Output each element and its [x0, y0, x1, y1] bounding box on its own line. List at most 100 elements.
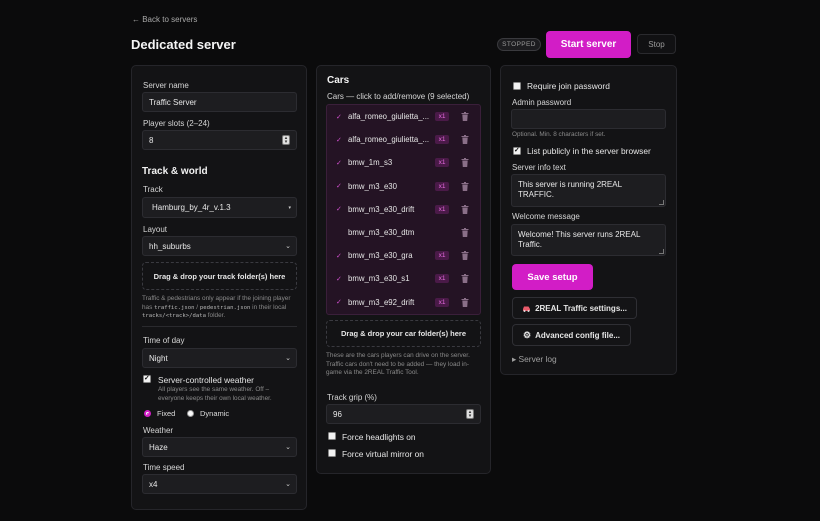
- cars-heading: Cars: [327, 75, 350, 86]
- check-icon: ✓: [336, 113, 342, 121]
- check-icon: ✓: [336, 206, 342, 214]
- server-weather-hint: All players see the same weather. Off – …: [158, 386, 272, 402]
- trash-icon[interactable]: [461, 181, 469, 191]
- trash-icon[interactable]: [461, 112, 469, 121]
- car-name: bmw_1m_s3: [348, 158, 393, 168]
- car-count-badge: x1: [435, 251, 449, 261]
- server-name-input[interactable]: Traffic Server: [142, 92, 297, 112]
- trash-icon[interactable]: [461, 274, 469, 284]
- weather-fixed-radio[interactable]: [144, 410, 151, 417]
- force-mirror-checkbox[interactable]: [328, 449, 336, 457]
- require-password-checkbox[interactable]: [513, 82, 521, 90]
- time-of-day-select[interactable]: Night ⌄: [142, 348, 297, 368]
- trash-icon[interactable]: [461, 228, 469, 237]
- car-count-badge: x1: [435, 112, 449, 121]
- stop-server-button[interactable]: Stop: [637, 34, 676, 54]
- server-weather-checkbox[interactable]: [143, 374, 151, 383]
- back-link[interactable]: ← Back to servers: [132, 15, 197, 24]
- check-icon: ✓: [336, 183, 342, 191]
- gear-icon: ⚙: [523, 329, 532, 340]
- car-row[interactable]: ✓ bmw_m3_e30_gra x1: [327, 244, 480, 267]
- trash-icon[interactable]: [461, 251, 469, 261]
- weather-dynamic-radio[interactable]: [187, 410, 194, 417]
- trash-icon[interactable]: [461, 204, 469, 214]
- car-row[interactable]: bmw_m3_e30_dtm: [327, 221, 480, 244]
- resize-grip-icon[interactable]: [659, 249, 664, 254]
- advanced-config-button[interactable]: ⚙ Advanced config file...: [512, 324, 631, 346]
- car-name: bmw_m3_e30: [348, 181, 397, 191]
- car-row[interactable]: ✓ bmw_m3_e30_s1 x1: [327, 267, 480, 290]
- force-headlights-checkbox[interactable]: [328, 432, 336, 440]
- track-value: Hamburg_by_4r_v.1.3: [152, 203, 231, 212]
- car-row[interactable]: ✓ alfa_romeo_giulietta_... x1: [327, 128, 480, 151]
- chevron-down-icon: ▾: [288, 204, 291, 211]
- welcome-textarea[interactable]: Welcome! This server runs 2REAL Traffic.: [511, 224, 666, 256]
- track-hint: Traffic & pedestrians only appear if the…: [142, 295, 291, 320]
- car-row[interactable]: ✓ bmw_m3_e92_drift x1: [327, 291, 480, 314]
- car-count-badge: x1: [435, 135, 449, 145]
- track-label: Track: [143, 185, 163, 194]
- weather-value: Haze: [149, 442, 168, 452]
- car-name: bmw_m3_e92_drift: [348, 297, 415, 307]
- status-badge: STOPPED: [497, 38, 541, 51]
- check-icon: ✓: [336, 299, 342, 307]
- trash-icon[interactable]: [461, 135, 469, 145]
- track-world-heading: Track & world: [142, 166, 208, 177]
- resize-grip-icon[interactable]: [659, 200, 664, 205]
- car-row[interactable]: ✓ bmw_m3_e30 x1: [327, 175, 480, 198]
- save-setup-button[interactable]: Save setup: [512, 264, 593, 290]
- chevron-down-icon: ⌄: [285, 355, 291, 362]
- car-count-badge: x1: [435, 158, 449, 168]
- car-count-badge: x1: [435, 204, 449, 214]
- car-row[interactable]: ✓ alfa_romeo_giulietta_... x1: [327, 105, 480, 128]
- track-grip-input[interactable]: 96 ▴ ▾: [326, 404, 481, 424]
- trash-icon[interactable]: [461, 297, 469, 307]
- list-public-label: List publicly in the server browser: [527, 146, 651, 156]
- force-mirror-label: Force virtual mirror on: [342, 449, 424, 459]
- admin-password-hint: Optional. Min. 8 characters if set.: [512, 131, 606, 138]
- car-name: bmw_m3_e30_drift: [348, 204, 415, 214]
- layout-select[interactable]: hh_suburbs ⌄: [142, 236, 297, 256]
- check-icon: ✓: [336, 252, 342, 260]
- traffic-settings-button[interactable]: 2REAL Traffic settings...: [512, 297, 637, 319]
- start-server-button[interactable]: Start server: [546, 31, 631, 58]
- track-dropzone[interactable]: Drag & drop your track folder(s) here: [142, 262, 297, 290]
- weather-select[interactable]: Haze ⌄: [142, 437, 297, 457]
- server-log-toggle[interactable]: ▸ Server log: [512, 354, 557, 364]
- track-grip-value: 96: [333, 409, 342, 419]
- player-slots-value: 8: [149, 135, 154, 145]
- slots-stepper[interactable]: ▴ ▾: [282, 135, 290, 145]
- server-weather-label: Server-controlled weather: [158, 375, 254, 385]
- car-name: bmw_m3_e30_s1: [348, 274, 410, 284]
- car-count-badge: x1: [435, 181, 449, 191]
- track-grip-label: Track grip (%): [327, 393, 377, 402]
- server-name-label: Server name: [143, 81, 189, 90]
- layout-label: Layout: [143, 225, 168, 234]
- track-select[interactable]: Hamburg_by_4r_v.1.3 ▾: [142, 197, 297, 218]
- cars-subheading: Cars — click to add/remove (9 selected): [327, 92, 470, 101]
- car-row[interactable]: ✓ bmw_1m_s3 x1: [327, 151, 480, 174]
- traffic-settings-label: 2REAL Traffic settings...: [535, 303, 627, 313]
- chevron-down-icon: ⌄: [285, 243, 291, 250]
- grip-stepper[interactable]: ▴ ▾: [466, 409, 474, 419]
- weather-dynamic-label: Dynamic: [200, 409, 230, 418]
- server-info-textarea[interactable]: This server is running 2REAL TRAFFIC.: [511, 174, 666, 207]
- list-public-checkbox[interactable]: [513, 146, 521, 155]
- layout-value: hh_suburbs: [149, 241, 191, 251]
- welcome-value: Welcome! This server runs 2REAL Traffic.: [518, 230, 641, 249]
- admin-password-input[interactable]: [511, 109, 666, 129]
- car-count-badge: x1: [435, 297, 449, 307]
- time-speed-value: x4: [149, 479, 158, 489]
- time-of-day-label: Time of day: [143, 336, 185, 345]
- player-slots-input[interactable]: 8 ▴ ▾: [142, 130, 297, 150]
- car-name: bmw_m3_e30_dtm: [348, 228, 415, 237]
- car-row[interactable]: ✓ bmw_m3_e30_drift x1: [327, 198, 480, 221]
- car-dropzone[interactable]: Drag & drop your car folder(s) here: [326, 320, 481, 347]
- admin-password-label: Admin password: [512, 98, 572, 107]
- time-speed-select[interactable]: x4 ⌄: [142, 474, 297, 494]
- trash-icon[interactable]: [461, 158, 469, 168]
- require-password-label: Require join password: [527, 81, 610, 91]
- chevron-down-icon: ⌄: [285, 481, 291, 488]
- check-icon: ✓: [336, 159, 342, 167]
- cars-hint: These are the cars players can drive on …: [326, 352, 470, 377]
